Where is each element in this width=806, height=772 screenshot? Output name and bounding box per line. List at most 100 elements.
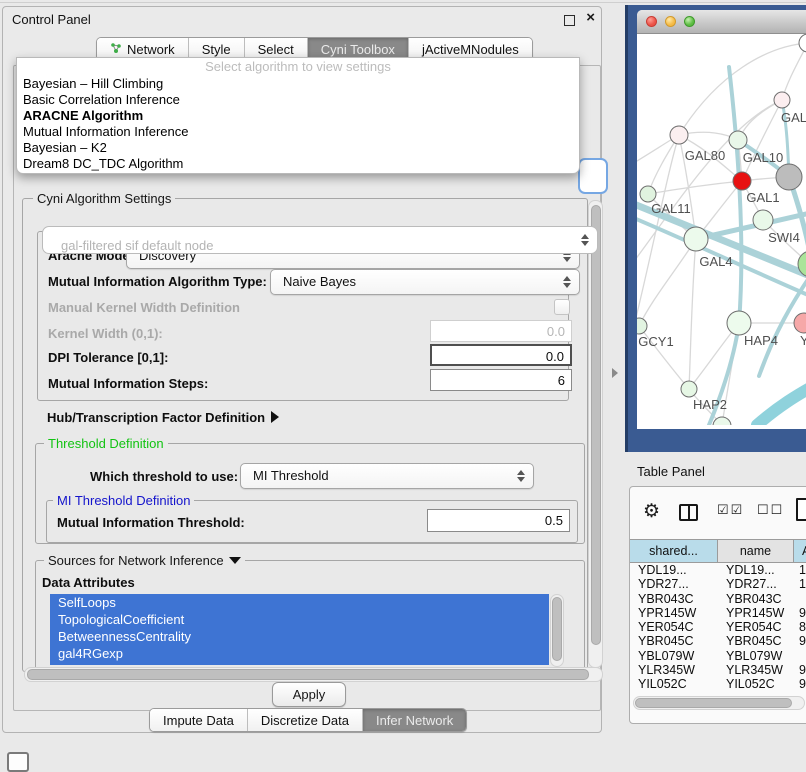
network-node-gal[interactable] (774, 92, 790, 108)
algorithm-option-aracne-algorithm[interactable]: ARACNE Algorithm (17, 108, 579, 124)
network-node-gal11[interactable] (640, 186, 656, 202)
table-row[interactable]: YDR27...YDR27...12 (630, 577, 806, 591)
expand-right-icon (271, 411, 279, 423)
table-row[interactable]: YDL19...YDL19...13 (630, 563, 806, 577)
attribute-item-topologicalcoefficient[interactable]: TopologicalCoefficient (50, 611, 549, 628)
combo-arrows-icon (563, 276, 571, 288)
node-label-hap4: HAP4 (744, 333, 778, 348)
kernel-width-label: Kernel Width (0,1): (48, 326, 163, 341)
network-selector-combo[interactable]: gal-filtered sif default node (42, 226, 598, 254)
table-cell: 12 (794, 577, 806, 591)
table-row[interactable]: YBL079WYBL079W (630, 649, 806, 663)
network-node-hap4[interactable] (727, 311, 751, 335)
network-edge (757, 384, 806, 425)
document-icon[interactable] (796, 498, 806, 521)
inference-algorithm-combo-fragment[interactable] (578, 158, 608, 194)
attributes-scrollbar[interactable] (550, 594, 564, 667)
table-cell: YPR145W (630, 606, 718, 620)
gear-icon[interactable]: ⚙ (643, 500, 660, 523)
network-edge (782, 43, 806, 100)
table-cell: YIL052C (718, 677, 794, 691)
mi-steps-label: Mutual Information Steps: (48, 376, 208, 391)
mi-threshold-field[interactable]: 0.5 (427, 509, 570, 532)
attribute-item-selfloops[interactable]: SelfLoops (50, 594, 549, 611)
network-edge (648, 181, 742, 194)
apply-button[interactable]: Apply (272, 682, 346, 707)
table-row[interactable]: YLR345WYLR345W9. (630, 663, 806, 677)
panel-divider-collapse-icon[interactable] (612, 368, 618, 378)
network-node-y[interactable] (794, 313, 806, 333)
table-cell: 8. (794, 620, 806, 634)
tab-discretize-data[interactable]: Discretize Data (248, 709, 363, 731)
table-cell: YLR345W (630, 663, 718, 677)
minimized-panel-icon[interactable] (7, 752, 29, 772)
split-columns-icon[interactable] (679, 504, 698, 521)
network-node-gcy1[interactable] (637, 318, 647, 334)
mi-type-label: Mutual Information Algorithm Type: (48, 274, 267, 289)
column-header-a[interactable]: A (794, 540, 806, 562)
tab-infer-network[interactable]: Infer Network (363, 709, 466, 731)
hub-definition-label: Hub/Transcription Factor Definition (47, 410, 265, 425)
table-horizontal-scrollbar[interactable] (633, 696, 805, 710)
table-row[interactable]: YIL052CYIL052C9 (630, 677, 806, 691)
unchecked-boxes-icon[interactable]: ☐☐ (757, 502, 784, 518)
tab-label: Impute Data (163, 713, 234, 728)
network-node-gal4[interactable] (684, 227, 708, 251)
network-canvas[interactable]: GAL80GALGAL10GAL1GAL11SWI4GAL4GCY1HAP4YH… (637, 34, 806, 425)
algorithm-option-basic-correlation-inference[interactable]: Basic Correlation Inference (17, 92, 579, 108)
network-node[interactable] (776, 164, 802, 190)
table-cell: 9. (794, 663, 806, 677)
checked-boxes-icon[interactable]: ☑☑ (717, 502, 744, 518)
algorithm-option-bayesian-hill-climbing[interactable]: Bayesian – Hill Climbing (17, 76, 579, 92)
tab-label: Cyni Toolbox (321, 42, 395, 57)
node-label-hap2: HAP2 (693, 397, 727, 412)
table-cell: YIL052C (630, 677, 718, 691)
table-cell: YLR345W (718, 663, 794, 677)
close-icon[interactable]: × (586, 9, 595, 26)
table-panel-window: ⚙ ☑☑ ☐☐ shared...nameA YDL19...YDL19...1… (629, 486, 806, 724)
minimize-traffic-light-icon[interactable] (665, 16, 676, 27)
network-view-frame: GAL80GALGAL10GAL1GAL11SWI4GAL4GCY1HAP4YH… (625, 5, 806, 452)
node-label-gal10: GAL10 (743, 150, 783, 165)
settings-horizontal-scrollbar[interactable] (24, 667, 603, 682)
algorithm-option-mutual-information-inference[interactable]: Mutual Information Inference (17, 124, 579, 140)
close-traffic-light-icon[interactable] (646, 16, 657, 27)
table-rows: YDL19...YDL19...13YDR27...YDR27...12YBR0… (630, 563, 806, 692)
float-window-icon[interactable] (564, 15, 575, 26)
data-attributes-list: SelfLoopsTopologicalCoefficientBetweenne… (50, 594, 549, 665)
tab-impute-data[interactable]: Impute Data (150, 709, 248, 731)
table-header-row: shared...nameA (630, 539, 806, 563)
network-edge (637, 100, 782, 264)
attribute-item-gal4rgexp[interactable]: gal4RGexp (50, 645, 549, 662)
network-node-gal80[interactable] (670, 126, 688, 144)
dpi-tolerance-field[interactable]: 0.0 (430, 344, 572, 366)
mi-type-combo[interactable]: Naive Bayes (270, 269, 580, 295)
algorithm-option-bayesian-k2[interactable]: Bayesian – K2 (17, 140, 579, 156)
settings-vertical-scrollbar[interactable] (588, 200, 603, 668)
algorithm-option-dream8-dc-tdc-algorithm[interactable]: Dream8 DC_TDC Algorithm (17, 156, 579, 172)
table-cell: YPR145W (718, 606, 794, 620)
dpi-tolerance-label: DPI Tolerance [0,1]: (48, 350, 168, 365)
zoom-traffic-light-icon[interactable] (684, 16, 695, 27)
table-row[interactable]: YPR145WYPR145W9. (630, 606, 806, 620)
attribute-item-betweennesscentrality[interactable]: BetweennessCentrality (50, 628, 549, 645)
network-node-gal10[interactable] (729, 131, 747, 149)
table-panel-title: Table Panel (637, 464, 705, 479)
network-node-gal1[interactable] (733, 172, 751, 190)
mi-steps-field[interactable]: 6 (430, 369, 572, 391)
sources-toggle[interactable]: Sources for Network Inference (44, 553, 245, 568)
network-graph-icon (110, 42, 122, 57)
network-node-swi4[interactable] (753, 210, 773, 230)
table-row[interactable]: YBR043CYBR043C (630, 592, 806, 606)
table-row[interactable]: YER054CYER054C8. (630, 620, 806, 634)
cyni-algorithm-settings-title: Cyni Algorithm Settings (33, 191, 175, 206)
column-header-name[interactable]: name (718, 540, 794, 562)
network-node-hap2[interactable] (681, 381, 697, 397)
network-node[interactable] (799, 34, 806, 52)
which-threshold-combo[interactable]: MI Threshold (240, 463, 534, 489)
table-cell: 9. (794, 606, 806, 620)
column-header-shared[interactable]: shared... (630, 540, 718, 562)
table-row[interactable]: YBR045CYBR045C9. (630, 634, 806, 648)
table-cell (794, 649, 806, 663)
hub-definition-toggle[interactable]: Hub/Transcription Factor Definition (47, 410, 279, 425)
